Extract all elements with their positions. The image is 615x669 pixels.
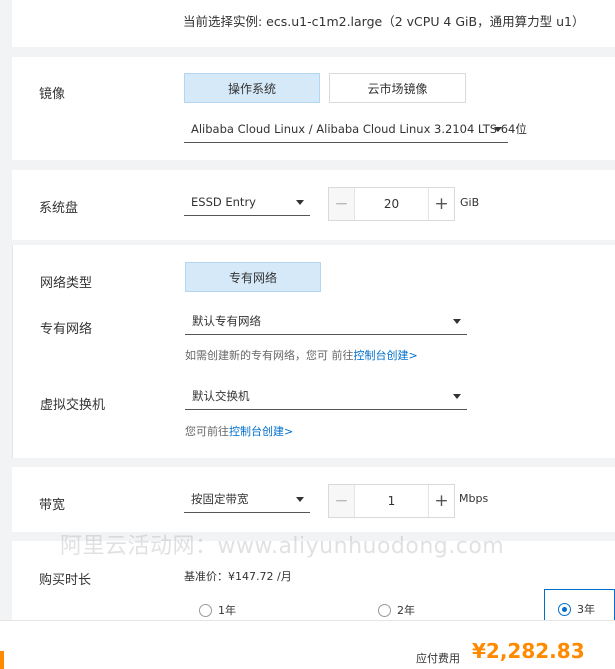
watermark-text: 阿里云活动网：www.aliyunhuodong.com — [60, 534, 505, 559]
tab-marketplace-image[interactable]: 云市场镜像 — [329, 73, 466, 103]
instance-summary-section: 当前选择实例: ecs.u1-c1m2.large（2 vCPU 4 GiB，通… — [12, 0, 615, 47]
vpc-select-value: 默认专有网络 — [192, 313, 261, 328]
network-type-vpc-button[interactable]: 专有网络 — [185, 262, 321, 292]
vswitch-console-link[interactable]: 控制台创建> — [229, 425, 293, 438]
duration-label: 购买时长 — [39, 573, 92, 588]
bandwidth-value[interactable]: 1 — [355, 485, 428, 517]
network-type-label: 网络类型 — [40, 276, 93, 291]
instance-selection-text: 当前选择实例: ecs.u1-c1m2.large（2 vCPU 4 GiB，通… — [183, 14, 585, 29]
radio-icon — [378, 603, 391, 617]
minus-icon[interactable]: − — [329, 188, 355, 220]
vpc-select[interactable]: 默认专有网络 — [185, 307, 467, 335]
bandwidth-section: 带宽 按固定带宽 − 1 + Mbps — [12, 467, 615, 532]
duration-option-2y[interactable]: 2年 — [378, 602, 415, 618]
bandwidth-unit: Mbps — [459, 492, 489, 505]
vpc-label: 专有网络 — [40, 322, 93, 337]
vpc-console-link[interactable]: 控制台创建> — [354, 349, 418, 362]
bandwidth-stepper[interactable]: − 1 + — [328, 484, 455, 518]
duration-option-3y-box[interactable]: 3年 — [544, 589, 615, 623]
chevron-down-icon — [296, 497, 304, 502]
vswitch-label: 虚拟交换机 — [40, 398, 106, 413]
disk-size-stepper[interactable]: − 20 + — [328, 187, 455, 221]
image-section: 镜像 操作系统 云市场镜像 Alibaba Cloud Linux / Alib… — [12, 57, 615, 160]
network-section: 网络类型 专有网络 专有网络 默认专有网络 如需创建新的专有网络，您可 前往控制… — [12, 245, 615, 458]
radio-icon — [199, 603, 212, 617]
vswitch-select[interactable]: 默认交换机 — [185, 382, 467, 410]
os-image-select-value: Alibaba Cloud Linux / Alibaba Cloud Linu… — [191, 121, 527, 136]
footer-accent-bar — [0, 651, 4, 669]
chevron-down-icon — [453, 394, 461, 399]
radio-checked-icon — [558, 602, 571, 616]
fee-label: 应付费用 — [416, 652, 460, 665]
duration-option-3y[interactable]: 3年 — [558, 601, 595, 617]
bandwidth-label: 带宽 — [39, 498, 66, 513]
chevron-down-icon — [494, 127, 502, 132]
fee-value: ¥2,282.83 — [472, 639, 585, 663]
disk-type-select-value: ESSD Entry — [191, 194, 256, 209]
system-disk-section: 系统盘 ESSD Entry − 20 + GiB — [12, 170, 615, 240]
vswitch-hint: 您可前往控制台创建> — [185, 425, 294, 438]
system-disk-label: 系统盘 — [39, 201, 79, 216]
bandwidth-billing-select[interactable]: 按固定带宽 — [184, 485, 310, 513]
plus-icon[interactable]: + — [428, 485, 454, 517]
disk-size-value[interactable]: 20 — [355, 188, 428, 220]
vswitch-select-value: 默认交换机 — [192, 388, 250, 403]
base-price-text: 基准价：¥147.72 /月 — [184, 570, 292, 583]
plus-icon[interactable]: + — [428, 188, 454, 220]
vpc-hint: 如需创建新的专有网络，您可 前往控制台创建> — [185, 349, 418, 362]
duration-option-1y[interactable]: 1年 — [199, 602, 236, 618]
chevron-down-icon — [453, 319, 461, 324]
disk-size-unit: GiB — [460, 196, 480, 209]
bandwidth-billing-value: 按固定带宽 — [191, 491, 249, 506]
disk-type-select[interactable]: ESSD Entry — [184, 188, 310, 216]
os-image-select[interactable]: Alibaba Cloud Linux / Alibaba Cloud Linu… — [184, 115, 527, 143]
image-label: 镜像 — [39, 87, 66, 102]
minus-icon[interactable]: − — [329, 485, 355, 517]
price-footer: 应付费用 ¥2,282.83 — [0, 620, 615, 669]
chevron-down-icon — [296, 200, 304, 205]
tab-os-image[interactable]: 操作系统 — [184, 73, 320, 103]
